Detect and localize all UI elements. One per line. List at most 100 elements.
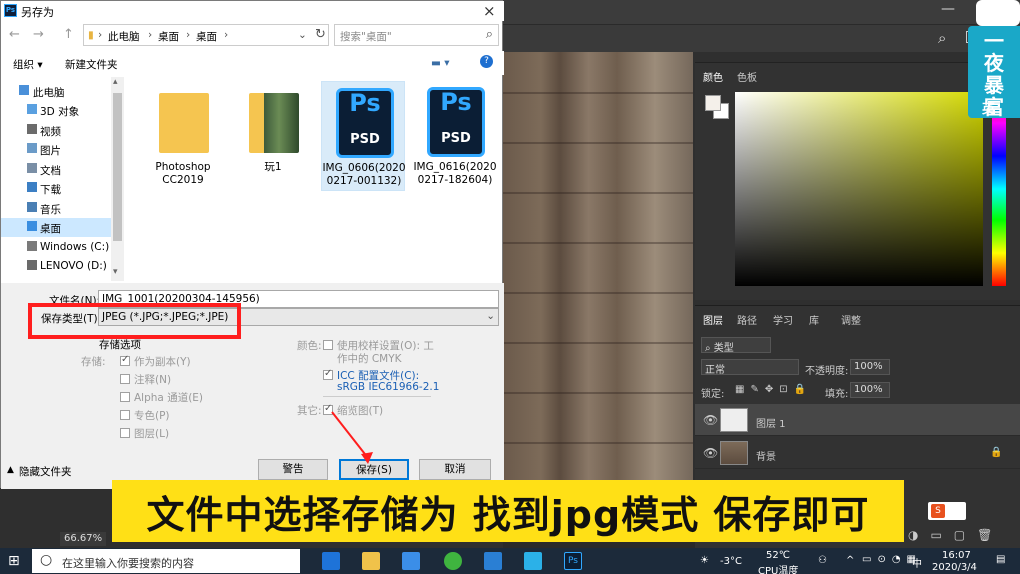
photoshop-taskbar-icon[interactable]: Ps <box>564 552 582 570</box>
icc-profile-checkbox[interactable] <box>323 368 333 380</box>
sidebar-item-label: 音乐 <box>40 204 61 216</box>
tab-swatches[interactable]: 色板 <box>737 69 757 84</box>
eye-icon[interactable]: 👁 <box>703 413 718 427</box>
alpha-checkbox[interactable] <box>120 392 130 402</box>
color-field[interactable] <box>735 92 983 286</box>
file-item-img0616[interactable]: Ps PSD IMG_0616(2020 0217-182604) <box>413 81 497 191</box>
as-copy-checkbox[interactable] <box>120 354 130 366</box>
lock-icons[interactable]: ▦✎✥⊡🔒 <box>735 384 812 395</box>
chevron-down-icon[interactable]: ⌄ <box>298 29 307 41</box>
scroll-up-icon[interactable]: ▴ <box>113 77 118 87</box>
cpu-label: CPU温度 <box>758 566 799 574</box>
sidebar-item-music[interactable]: 音乐 <box>1 199 111 218</box>
app-icon[interactable] <box>524 552 542 570</box>
ime-indicator[interactable]: 中 <box>912 555 922 570</box>
sidebar-item-label: Windows (C:) <box>40 241 110 253</box>
store-icon[interactable] <box>402 552 420 570</box>
blend-mode-select[interactable]: 正常 <box>701 359 799 376</box>
minimize-icon[interactable]: — <box>941 1 955 17</box>
close-icon[interactable]: × <box>483 2 496 20</box>
chevron-right-icon: › <box>186 29 191 41</box>
proof-setup-checkbox[interactable] <box>323 340 333 350</box>
tab-color[interactable]: 颜色 <box>703 69 723 84</box>
organize-button[interactable]: 组织 ▾ <box>13 57 43 72</box>
option-label: Alpha 通道(E) <box>134 392 204 404</box>
chevron-up-icon[interactable]: ▲ <box>7 465 14 475</box>
forward-icon[interactable]: → <box>33 27 44 42</box>
sidebar-item-lenovo-d[interactable]: LENOVO (D:) <box>1 257 111 276</box>
sidebar-item-desktop[interactable]: 桌面 <box>1 218 111 237</box>
clock-date[interactable]: 2020/3/4 <box>932 562 977 573</box>
tab-adjustments[interactable]: 调整 <box>841 312 861 327</box>
divider <box>323 396 431 397</box>
back-icon[interactable]: ← <box>9 27 20 42</box>
view-icon[interactable]: ▬ ▾ <box>431 57 450 69</box>
file-item-wan1-folder[interactable]: 玩1 <box>231 81 315 191</box>
breadcrumb-desktop-2[interactable]: 桌面 <box>196 29 217 44</box>
taskbar-search-input[interactable]: ○ 在这里输入你要搜索的内容 <box>32 549 300 573</box>
refresh-icon[interactable]: ↻ <box>315 27 326 42</box>
tab-paths[interactable]: 路径 <box>737 312 757 327</box>
sidebar-item-pictures[interactable]: 图片 <box>1 140 111 159</box>
option-label: 专色(P) <box>134 410 170 422</box>
sidebar-item-this-pc[interactable]: 此电脑 <box>1 82 111 101</box>
document-canvas[interactable] <box>503 52 693 492</box>
tray-chevron-icon[interactable]: ^ <box>846 555 854 566</box>
file-item-photoshop-folder[interactable]: Photoshop CC2019 <box>141 81 225 191</box>
sidebar-item-label: 图片 <box>40 145 61 157</box>
mail-icon[interactable] <box>484 552 502 570</box>
warning-button[interactable]: 警告 <box>258 459 328 480</box>
sidebar-item-3d-objects[interactable]: 3D 对象 <box>1 101 111 120</box>
cancel-button[interactable]: 取消 <box>419 459 491 480</box>
fill-input[interactable]: 100% <box>850 382 890 398</box>
logo-tab <box>976 0 1020 26</box>
sidebar-item-documents[interactable]: 文档 <box>1 160 111 179</box>
tab-layers[interactable]: 图层 <box>703 312 723 327</box>
address-bar[interactable]: ▮ › 此电脑 › 桌面 › 桌面 › ⌄ ↻ <box>83 24 329 46</box>
highlight-arrow <box>331 411 373 464</box>
search-input[interactable]: 搜索"桌面" ⌕ <box>334 24 499 46</box>
tab-libraries[interactable]: 库 <box>809 312 819 327</box>
windows-start-icon[interactable]: ⊞ <box>8 553 20 569</box>
search-icon[interactable]: ⌕ <box>938 29 946 47</box>
scrollbar-thumb[interactable] <box>113 93 122 241</box>
help-icon[interactable]: ? <box>480 55 493 68</box>
browser-icon[interactable] <box>444 552 462 570</box>
sidebar-item-downloads[interactable]: 下载 <box>1 179 111 198</box>
hue-slider[interactable] <box>992 92 1006 286</box>
zoom-level[interactable]: 66.67% <box>60 532 107 546</box>
user-icon[interactable]: ⚇ <box>818 555 827 566</box>
layer-kind-filter[interactable]: ⌕ 类型 <box>701 337 771 354</box>
sidebar-item-videos[interactable]: 视频 <box>1 121 111 140</box>
tab-learn[interactable]: 学习 <box>773 312 793 327</box>
file-item-img0606[interactable]: Ps PSD IMG_0606(2020 0217-001132) <box>321 81 406 191</box>
breadcrumb-this-pc[interactable]: 此电脑 <box>108 29 140 44</box>
picture-icon <box>27 143 37 153</box>
clock-time[interactable]: 16:07 <box>942 550 971 561</box>
foreground-color-swatch[interactable] <box>705 95 721 111</box>
new-folder-button[interactable]: 新建文件夹 <box>65 57 118 72</box>
edge-icon[interactable] <box>322 552 340 570</box>
layers-checkbox[interactable] <box>120 428 130 438</box>
weather-icon: ☀ <box>700 555 709 566</box>
notes-checkbox[interactable] <box>120 374 130 384</box>
layer-name[interactable]: 背景 <box>756 448 776 463</box>
hide-folders-link[interactable]: 隐藏文件夹 <box>19 464 72 479</box>
opacity-input[interactable]: 100% <box>850 359 890 375</box>
chevron-right-icon: › <box>98 29 103 41</box>
scroll-down-icon[interactable]: ▾ <box>113 267 118 277</box>
ime-toolbar[interactable]: S <box>928 502 966 520</box>
breadcrumb-desktop-1[interactable]: 桌面 <box>158 29 179 44</box>
spot-color-checkbox[interactable] <box>120 410 130 420</box>
photoshop-options-bar: ⌕ <box>503 24 1020 52</box>
layer-name[interactable]: 图层 1 <box>756 415 786 430</box>
sidebar-item-windows-c[interactable]: Windows (C:) <box>1 238 111 257</box>
sidebar-item-label: 文档 <box>40 165 61 177</box>
option-label: 注释(N) <box>134 374 172 386</box>
notification-icon[interactable]: ▤ <box>996 554 1005 565</box>
eye-icon[interactable]: 👁 <box>703 446 718 460</box>
layer-action-icons[interactable]: ◑▭▢🗑 <box>908 528 1004 542</box>
file-explorer-icon[interactable] <box>362 552 380 570</box>
folder-icon <box>159 93 209 153</box>
up-icon[interactable]: ↑ <box>63 27 74 42</box>
